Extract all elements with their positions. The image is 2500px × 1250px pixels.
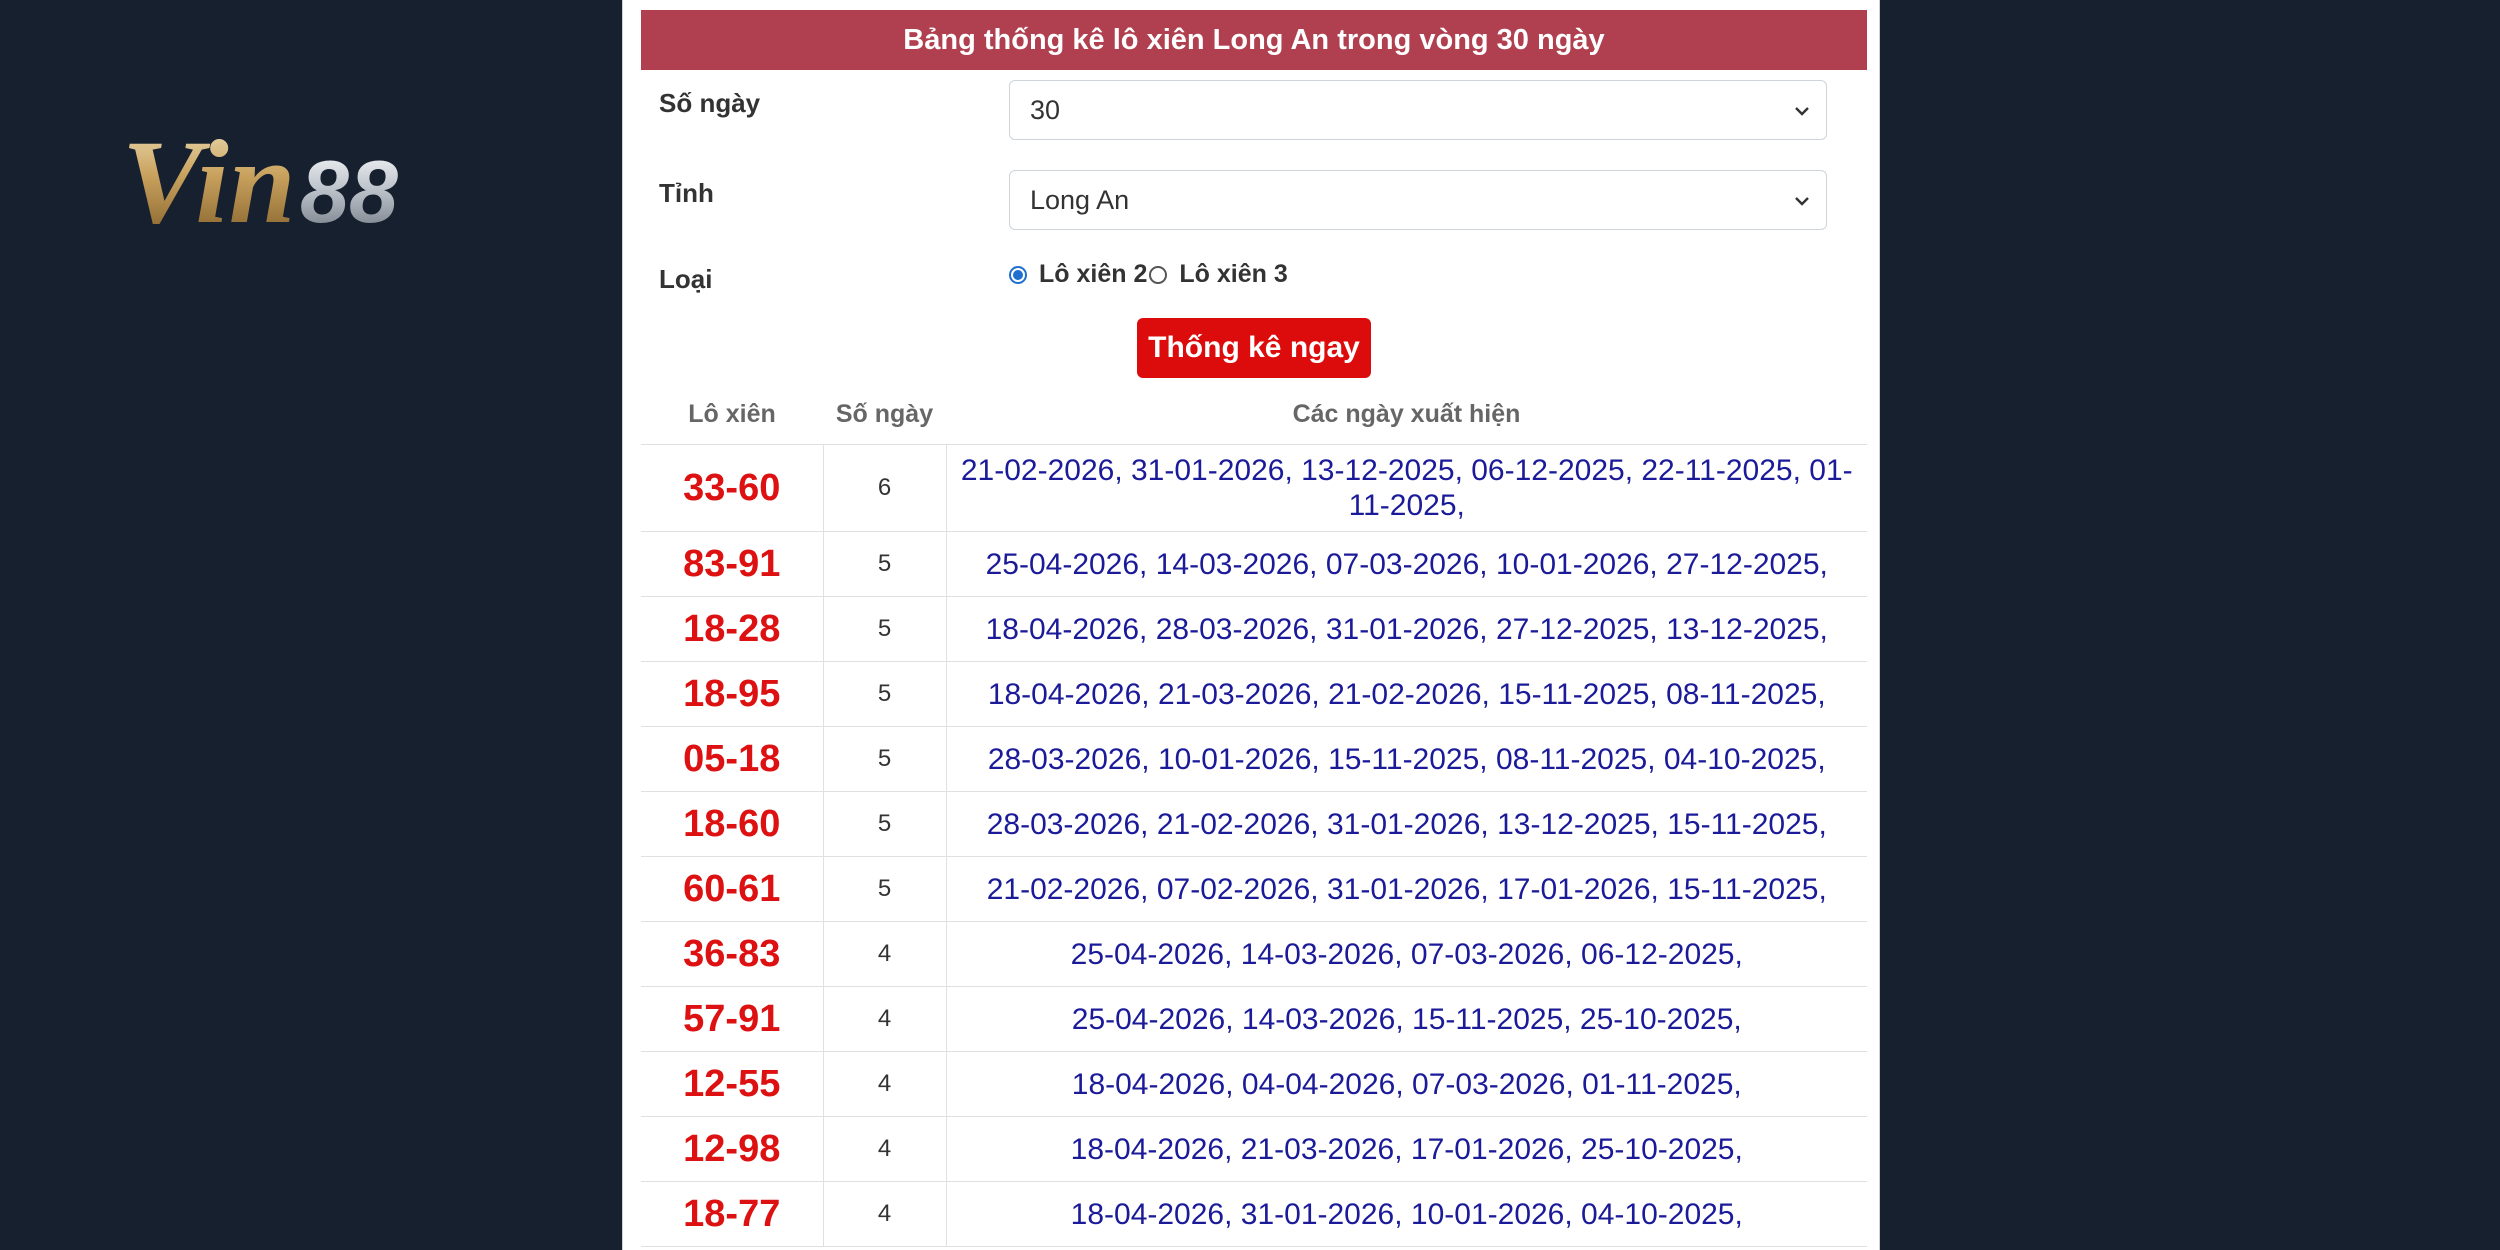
dates-cell: 18-04-2026, 21-03-2026, 17-01-2026, 25-1… <box>946 1116 1867 1182</box>
submit-row: Thống kê ngay <box>641 318 1867 384</box>
count-cell: 5 <box>823 791 947 857</box>
pair-cell: 18-28 <box>641 596 824 662</box>
dates-cell: 18-04-2026, 28-03-2026, 31-01-2026, 27-1… <box>946 596 1867 662</box>
table-row: 12-55 4 18-04-2026, 04-04-2026, 07-03-20… <box>641 1051 1867 1117</box>
count-cell: 5 <box>823 856 947 922</box>
type-radio-group: Lô xiên 2 Lô xiên 3 <box>1009 260 1290 289</box>
pair-cell: 57-91 <box>641 986 824 1052</box>
count-cell: 5 <box>823 661 947 727</box>
dates-cell: 21-02-2026, 31-01-2026, 13-12-2025, 06-1… <box>946 444 1867 532</box>
stats-panel: Bảng thống kê lô xiên Long An trong vòng… <box>622 0 1880 1250</box>
table-row: 12-98 4 18-04-2026, 21-03-2026, 17-01-20… <box>641 1116 1867 1182</box>
vin88-logo: Vin 88 <box>122 115 482 248</box>
radio-lo-xien-2[interactable] <box>1009 265 1027 284</box>
pair-cell: 18-60 <box>641 791 824 857</box>
dates-cell: 25-04-2026, 14-03-2026, 15-11-2025, 25-1… <box>946 986 1867 1052</box>
stats-content: Bảng thống kê lô xiên Long An trong vòng… <box>641 10 1867 1250</box>
pair-cell: 36-83 <box>641 921 824 987</box>
chevron-down-icon <box>1795 197 1809 206</box>
pair-cell: 83-91 <box>641 531 824 597</box>
table-row: 05-18 5 28-03-2026, 10-01-2026, 15-11-20… <box>641 726 1867 792</box>
header-count: Số ngày <box>823 384 946 445</box>
pair-cell: 33-60 <box>641 444 824 532</box>
count-cell: 4 <box>823 986 947 1052</box>
table-row: 33-60 6 21-02-2026, 31-01-2026, 13-12-20… <box>641 444 1867 532</box>
dates-cell: 25-04-2026, 14-03-2026, 07-03-2026, 06-1… <box>946 921 1867 987</box>
table-row: 18-60 5 28-03-2026, 21-02-2026, 31-01-20… <box>641 791 1867 857</box>
province-label: Tỉnh <box>659 178 714 208</box>
radio-lo-xien-2-label[interactable]: Lô xiên 2 <box>1039 260 1147 289</box>
count-cell: 5 <box>823 531 947 597</box>
province-select[interactable]: Long An <box>1009 170 1827 230</box>
logo-text-vin: Vin <box>122 118 296 230</box>
table-row: 83-91 5 25-04-2026, 14-03-2026, 07-03-20… <box>641 531 1867 597</box>
page-title: Bảng thống kê lô xiên Long An trong vòng… <box>641 10 1867 70</box>
table-header-row: Lô xiên Số ngày Các ngày xuất hiện <box>641 384 1867 445</box>
pair-cell: 12-98 <box>641 1116 824 1182</box>
dates-cell: 18-04-2026, 21-03-2026, 21-02-2026, 15-1… <box>946 661 1867 727</box>
dates-cell: 28-03-2026, 10-01-2026, 15-11-2025, 08-1… <box>946 726 1867 792</box>
table-row: 18-28 5 18-04-2026, 28-03-2026, 31-01-20… <box>641 596 1867 662</box>
count-cell: 4 <box>823 1181 947 1247</box>
count-cell: 4 <box>823 921 947 987</box>
header-pair: Lô xiên <box>641 384 823 445</box>
type-row: Loại Lô xiên 2 Lô xiên 3 <box>641 250 1867 318</box>
days-select-value: 30 <box>1030 94 1061 125</box>
dates-cell: 25-04-2026, 14-03-2026, 07-03-2026, 10-0… <box>946 531 1867 597</box>
province-row: Tỉnh Long An <box>641 160 1867 250</box>
count-cell: 5 <box>823 596 947 662</box>
chevron-down-icon <box>1795 107 1809 116</box>
dates-cell: 18-04-2026, 31-01-2026, 10-01-2026, 04-1… <box>946 1181 1867 1247</box>
stats-table: Lô xiên Số ngày Các ngày xuất hiện 33-60… <box>641 384 1867 1247</box>
table-row: 18-77 4 18-04-2026, 31-01-2026, 10-01-20… <box>641 1181 1867 1247</box>
count-cell: 4 <box>823 1051 947 1117</box>
pair-cell: 18-77 <box>641 1181 824 1247</box>
days-select[interactable]: 30 <box>1009 80 1827 140</box>
count-cell: 4 <box>823 1116 947 1182</box>
count-cell: 5 <box>823 726 947 792</box>
radio-lo-xien-3[interactable] <box>1149 265 1168 284</box>
table-row: 57-91 4 25-04-2026, 14-03-2026, 15-11-20… <box>641 986 1867 1052</box>
header-dates: Các ngày xuất hiện <box>946 384 1867 445</box>
pair-cell: 60-61 <box>641 856 824 922</box>
table-row: 60-61 5 21-02-2026, 07-02-2026, 31-01-20… <box>641 856 1867 922</box>
type-label: Loại <box>659 264 713 294</box>
radio-lo-xien-3-label[interactable]: Lô xiên 3 <box>1179 260 1287 289</box>
days-label: Số ngày <box>659 88 761 118</box>
submit-stats-button[interactable]: Thống kê ngay <box>1137 318 1371 378</box>
pair-cell: 18-95 <box>641 661 824 727</box>
dates-cell: 28-03-2026, 21-02-2026, 31-01-2026, 13-1… <box>946 791 1867 857</box>
days-row: Số ngày 30 <box>641 70 1867 160</box>
dates-cell: 18-04-2026, 04-04-2026, 07-03-2026, 01-1… <box>946 1051 1867 1117</box>
table-row: 36-83 4 25-04-2026, 14-03-2026, 07-03-20… <box>641 921 1867 987</box>
dates-cell: 21-02-2026, 07-02-2026, 31-01-2026, 17-0… <box>946 856 1867 922</box>
count-cell: 6 <box>823 444 947 532</box>
pair-cell: 05-18 <box>641 726 824 792</box>
pair-cell: 12-55 <box>641 1051 824 1117</box>
province-select-value: Long An <box>1030 184 1130 215</box>
table-row: 18-95 5 18-04-2026, 21-03-2026, 21-02-20… <box>641 661 1867 727</box>
logo-text-88: 88 <box>300 142 398 230</box>
